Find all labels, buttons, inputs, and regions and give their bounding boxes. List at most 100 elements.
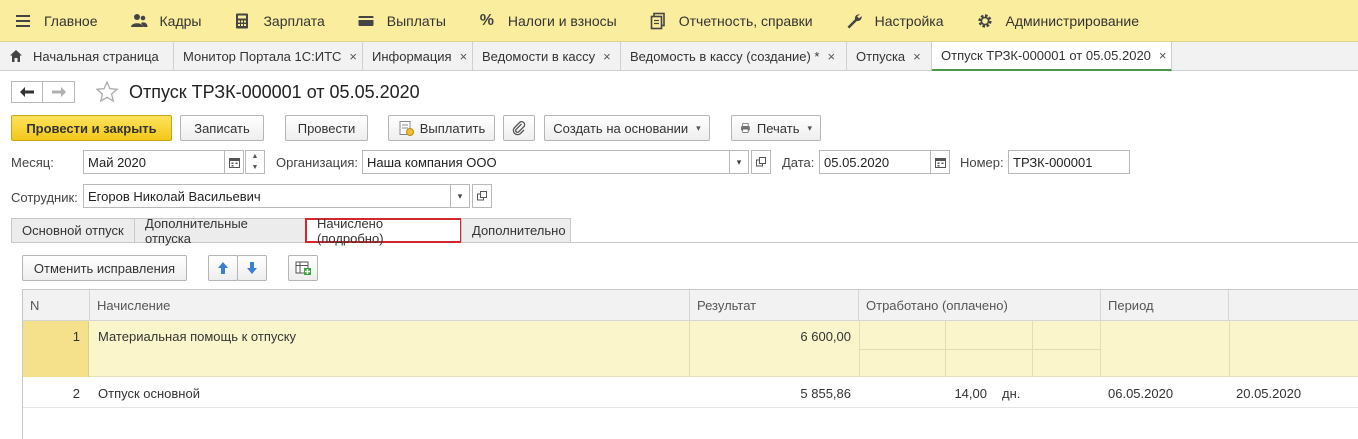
organization-input[interactable] <box>367 154 725 170</box>
arrow-up-icon <box>218 262 228 274</box>
button-label: Выплатить <box>419 120 486 136</box>
menu-item-salary[interactable]: Зарплата <box>233 0 325 42</box>
column-header-period[interactable]: Период <box>1101 290 1229 321</box>
tab-accrued-detailed[interactable]: Начислено (подробно) <box>305 216 462 246</box>
home-icon <box>10 50 22 62</box>
close-icon[interactable]: × <box>913 49 921 64</box>
tab-vacations[interactable]: Отпуска × <box>847 42 932 70</box>
tab-cash-statement-create[interactable]: Ведомость в кассу (создание) * × <box>621 42 847 70</box>
tab-label: Информация <box>372 48 452 64</box>
month-field[interactable] <box>83 150 225 174</box>
employee-open-button[interactable] <box>472 184 492 208</box>
button-label: Отменить исправления <box>33 260 176 276</box>
number-input[interactable] <box>1013 154 1125 170</box>
post-and-close-button[interactable]: Провести и закрыть <box>11 115 172 141</box>
menu-item-payments[interactable]: Выплаты <box>357 0 446 42</box>
employee-input[interactable] <box>88 188 446 204</box>
move-up-button[interactable] <box>208 255 238 281</box>
month-calendar-button[interactable] <box>224 150 244 174</box>
open-form-icon <box>756 157 766 167</box>
menu-item-settings[interactable]: Настройка <box>845 0 944 42</box>
tab-main-vacation[interactable]: Основной отпуск <box>11 218 135 243</box>
month-label: Месяц: <box>11 155 54 170</box>
button-label: Провести и закрыть <box>26 120 157 136</box>
result-value: 5 855,86 <box>800 386 851 401</box>
close-icon[interactable]: × <box>603 49 611 64</box>
cell-divider <box>1229 321 1230 377</box>
month-input[interactable] <box>88 154 220 170</box>
date-calendar-button[interactable] <box>930 150 950 174</box>
tab-home-page[interactable]: Начальная страница <box>0 42 174 70</box>
favorite-star-icon[interactable] <box>95 80 119 104</box>
create-based-on-button[interactable]: Создать на основании ▾ <box>544 115 710 141</box>
stepper-down-icon[interactable]: ▼ <box>246 162 264 173</box>
tab-additional[interactable]: Дополнительно <box>461 218 571 243</box>
open-windows-tab-bar: Начальная страница Монитор Портала 1С:ИТ… <box>0 42 1358 71</box>
tab-additional-vacations[interactable]: Дополнительные отпуска <box>134 216 306 246</box>
chevron-down-icon: ▾ <box>807 122 812 133</box>
table-row[interactable]: 2 Отпуск основной 5 855,86 14,00 дн. 06.… <box>23 378 1358 408</box>
menu-item-taxes[interactable]: % Налоги и взносы <box>478 0 617 42</box>
back-button[interactable] <box>11 81 43 103</box>
date-input[interactable] <box>824 154 926 170</box>
tab-cash-statements[interactable]: Ведомости в кассу × <box>473 42 621 70</box>
menu-item-label: Налоги и взносы <box>507 12 617 29</box>
arrow-left-icon <box>20 87 34 97</box>
calendar-icon <box>228 157 240 168</box>
column-header-n[interactable]: N <box>23 290 90 321</box>
close-icon[interactable]: × <box>460 49 468 64</box>
calculator-icon <box>233 12 251 30</box>
close-icon[interactable]: × <box>828 49 836 64</box>
column-header-worked[interactable]: Отработано (оплачено) <box>859 290 1101 321</box>
save-button[interactable]: Записать <box>180 115 264 141</box>
close-icon[interactable]: × <box>1159 48 1167 63</box>
history-navigation <box>11 81 75 103</box>
menu-item-administration[interactable]: Администрирование <box>976 0 1139 42</box>
column-header-period-end[interactable] <box>1229 290 1358 321</box>
employee-label: Сотрудник: <box>11 190 78 205</box>
column-header-accrual[interactable]: Начисление <box>90 290 690 321</box>
tab-its-portal-monitor[interactable]: Монитор Портала 1С:ИТС × <box>174 42 363 70</box>
forward-button[interactable] <box>43 81 75 103</box>
gear-icon <box>976 12 994 30</box>
accrual-name: Отпуск основной <box>98 386 200 401</box>
stepper-up-icon[interactable]: ▲ <box>246 151 264 162</box>
post-button[interactable]: Провести <box>285 115 368 141</box>
menu-item-label: Главное <box>44 12 98 29</box>
employee-dropdown-button[interactable]: ▾ <box>450 184 470 208</box>
close-icon[interactable]: × <box>349 49 357 64</box>
arrow-down-icon <box>247 262 257 274</box>
menu-item-reports[interactable]: Отчетность, справки <box>649 0 813 42</box>
table-settings-button[interactable] <box>288 255 318 281</box>
attach-files-button[interactable] <box>503 115 535 141</box>
documents-icon <box>649 12 667 30</box>
move-down-button[interactable] <box>237 255 267 281</box>
tab-vacation-document[interactable]: Отпуск ТРЗК-000001 от 05.05.2020 × <box>932 42 1172 71</box>
date-field[interactable] <box>819 150 931 174</box>
open-form-icon <box>477 191 487 201</box>
period-start: 06.05.2020 <box>1108 386 1174 401</box>
number-field[interactable] <box>1008 150 1130 174</box>
column-header-result[interactable]: Результат <box>690 290 859 321</box>
organization-dropdown-button[interactable]: ▾ <box>729 150 749 174</box>
tab-label: Ведомости в кассу <box>482 48 596 64</box>
tab-information[interactable]: Информация × <box>363 42 473 70</box>
accrual-name: Материальная помощь к отпуску <box>98 329 297 344</box>
employee-field[interactable] <box>83 184 451 208</box>
menu-item-main[interactable]: Главное <box>14 0 98 42</box>
month-stepper[interactable]: ▲ ▼ <box>245 150 265 174</box>
organization-field[interactable] <box>362 150 730 174</box>
button-label: Записать <box>194 120 250 136</box>
chevron-down-icon: ▾ <box>457 190 463 201</box>
pay-document-icon <box>399 121 414 136</box>
button-label: Провести <box>297 120 356 136</box>
cancel-corrections-button[interactable]: Отменить исправления <box>22 255 187 281</box>
print-button[interactable]: Печать ▾ <box>731 115 821 141</box>
result-value: 6 600,00 <box>800 329 851 344</box>
percent-icon: % <box>479 11 494 29</box>
tab-label: Отпуска <box>856 48 906 64</box>
menu-item-personnel[interactable]: Кадры <box>130 0 201 42</box>
table-row[interactable]: 1 Материальная помощь к отпуску 6 600,00 <box>23 321 1358 377</box>
organization-open-button[interactable] <box>751 150 771 174</box>
pay-button[interactable]: Выплатить <box>388 115 495 141</box>
